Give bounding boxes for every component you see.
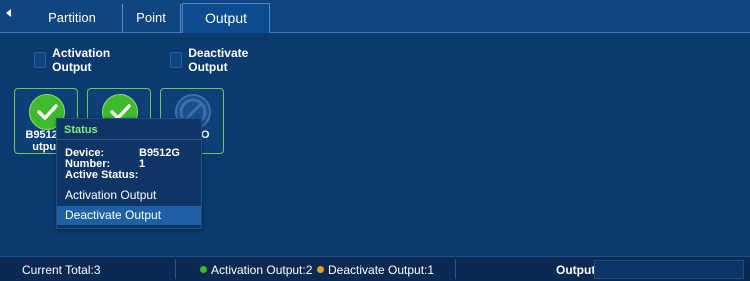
activation-output-label: Activation Output — [52, 46, 111, 74]
divider — [455, 259, 456, 279]
popup-title: Status — [64, 124, 98, 136]
activation-count-label: Activation Output:2 — [211, 263, 313, 277]
output-value-field — [594, 260, 744, 279]
scroll-left-icon[interactable] — [6, 9, 11, 17]
current-total: Current Total:3 — [22, 263, 101, 277]
active-status-key: Active Status: — [65, 169, 139, 181]
output-label: Output — [556, 263, 596, 277]
menu-deactivate-output[interactable]: Deactivate Output — [57, 206, 201, 225]
tab-output[interactable]: Output — [182, 3, 270, 33]
deactivate-output-label: Deactivate Output — [188, 46, 249, 74]
activation-output-button[interactable]: Activation Output — [34, 46, 116, 74]
orange-dot-icon — [317, 266, 324, 274]
activation-count: Activation Output:2 — [200, 263, 312, 277]
tab-partition[interactable]: Partition — [22, 4, 123, 32]
deactivate-count-label: Deactivate Output:1 — [328, 263, 435, 277]
deactivate-icon — [170, 52, 183, 68]
device-value: B9512G — [139, 147, 180, 159]
menu-activation-output[interactable]: Activation Output — [57, 186, 201, 205]
tab-point[interactable]: Point — [122, 4, 181, 32]
green-dot-icon — [200, 266, 207, 274]
divider — [57, 139, 201, 140]
status-bar: Current Total:3 Activation Output:2 Deac… — [0, 256, 750, 281]
status-popup: Status Device: B9512G Number: 1 Active S… — [56, 118, 202, 229]
deactivate-count: Deactivate Output:1 — [317, 263, 434, 277]
tab-bar: Partition Point Output — [0, 0, 750, 33]
divider — [175, 259, 176, 279]
activate-icon — [34, 52, 47, 68]
deactivate-output-button[interactable]: Deactivate Output — [170, 46, 254, 74]
number-value: 1 — [139, 158, 146, 170]
